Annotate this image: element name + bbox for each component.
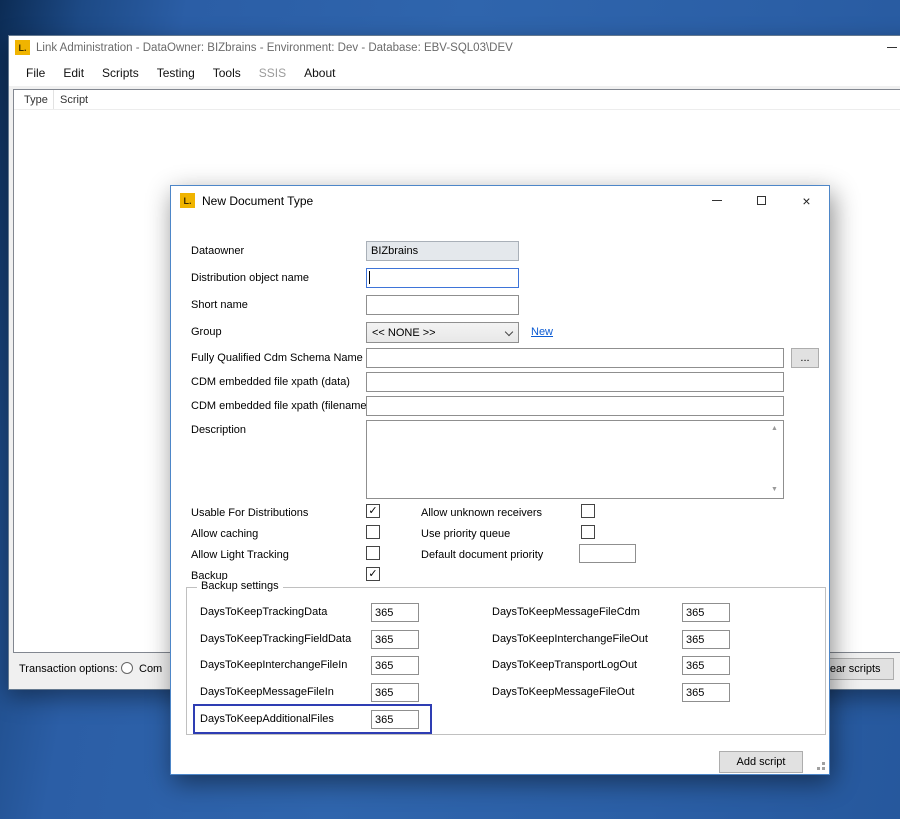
menu-ssis: SSIS	[250, 66, 295, 80]
use-priority-queue-label: Use priority queue	[421, 528, 510, 540]
cdm-schema-name-field[interactable]	[366, 348, 784, 368]
group-dropdown-value: << NONE >>	[372, 327, 436, 339]
menubar: File Edit Scripts Testing Tools SSIS Abo…	[9, 59, 900, 86]
allow-light-tracking-label: Allow Light Tracking	[191, 549, 289, 561]
menu-file[interactable]: File	[17, 66, 54, 80]
group-dropdown[interactable]: << NONE >>	[366, 322, 519, 343]
dialog-titlebar[interactable]: L. New Document Type ×	[171, 186, 829, 215]
dialog-title: New Document Type	[202, 194, 313, 208]
allow-light-tracking-checkbox[interactable]	[366, 546, 380, 560]
days-message-file-in-field[interactable]	[371, 683, 419, 702]
days-message-file-cdm-label: DaysToKeepMessageFileCdm	[492, 606, 640, 618]
scroll-down-icon[interactable]: ▼	[767, 483, 782, 497]
days-interchange-file-out-label: DaysToKeepInterchangeFileOut	[492, 633, 648, 645]
description-label: Description	[191, 424, 246, 436]
distribution-object-name-field[interactable]	[366, 268, 519, 288]
transaction-option-radio[interactable]	[121, 662, 133, 674]
days-interchange-file-in-field[interactable]	[371, 656, 419, 675]
allow-unknown-receivers-checkbox[interactable]	[581, 504, 595, 518]
days-message-file-in-label: DaysToKeepMessageFileIn	[200, 686, 334, 698]
days-tracking-field-data-field[interactable]	[371, 630, 419, 649]
default-document-priority-field[interactable]	[579, 544, 636, 563]
days-transport-log-out-field[interactable]	[682, 656, 730, 675]
days-message-file-cdm-field[interactable]	[682, 603, 730, 622]
dataowner-field	[366, 241, 519, 261]
usable-for-distributions-label: Usable For Distributions	[191, 507, 308, 519]
short-name-field[interactable]	[366, 295, 519, 315]
resize-grip[interactable]	[822, 767, 825, 770]
xpath-filename-field[interactable]	[366, 396, 784, 416]
minimize-icon	[887, 47, 897, 48]
browse-button[interactable]: ...	[791, 348, 819, 368]
transaction-options-label: Transaction options:	[19, 663, 118, 675]
use-priority-queue-checkbox[interactable]	[581, 525, 595, 539]
dialog-maximize-button[interactable]	[739, 186, 784, 215]
days-interchange-file-out-field[interactable]	[682, 630, 730, 649]
dataowner-label: Dataowner	[191, 245, 244, 257]
chevron-down-icon	[505, 328, 513, 336]
add-script-button[interactable]: Add script	[719, 751, 803, 773]
days-tracking-data-label: DaysToKeepTrackingData	[200, 606, 327, 618]
new-group-link[interactable]: New	[531, 326, 553, 338]
xpath-data-label: CDM embedded file xpath (data)	[191, 376, 350, 388]
days-additional-files-label: DaysToKeepAdditionalFiles	[200, 713, 334, 725]
days-tracking-field-data-label: DaysToKeepTrackingFieldData	[200, 633, 351, 645]
backup-settings-group: Backup settings DaysToKeepTrackingData D…	[186, 587, 826, 735]
main-titlebar[interactable]: L. Link Administration - DataOwner: BIZb…	[9, 36, 900, 59]
main-window-controls: ×	[869, 36, 900, 59]
days-tracking-data-field[interactable]	[371, 603, 419, 622]
xpath-filename-label: CDM embedded file xpath (filename)	[191, 400, 370, 412]
dialog-close-button[interactable]: ×	[784, 186, 829, 215]
allow-unknown-receivers-label: Allow unknown receivers	[421, 507, 542, 519]
new-document-type-dialog: L. New Document Type × Dataowner Distrib…	[170, 185, 830, 775]
allow-caching-checkbox[interactable]	[366, 525, 380, 539]
xpath-data-field[interactable]	[366, 372, 784, 392]
dialog-window-controls: ×	[694, 186, 829, 215]
column-header-script[interactable]: Script	[54, 90, 900, 109]
app-icon: L.	[15, 40, 30, 55]
days-interchange-file-in-label: DaysToKeepInterchangeFileIn	[200, 659, 347, 671]
description-field-wrap: ▲ ▼	[366, 420, 784, 499]
dialog-app-icon: L.	[180, 193, 195, 208]
menu-scripts[interactable]: Scripts	[93, 66, 148, 80]
minimize-icon	[712, 200, 722, 201]
text-caret	[369, 271, 370, 284]
days-message-file-out-label: DaysToKeepMessageFileOut	[492, 686, 634, 698]
days-additional-files-field[interactable]	[371, 710, 419, 729]
short-name-label: Short name	[191, 299, 248, 311]
main-window-title: Link Administration - DataOwner: BIZbrai…	[36, 42, 513, 54]
days-message-file-out-field[interactable]	[682, 683, 730, 702]
group-label: Group	[191, 326, 222, 338]
allow-caching-label: Allow caching	[191, 528, 258, 540]
minimize-button[interactable]	[869, 36, 900, 59]
description-field[interactable]	[367, 421, 766, 498]
default-document-priority-label: Default document priority	[421, 549, 543, 561]
list-header: Type Script	[14, 90, 900, 110]
menu-tools[interactable]: Tools	[204, 66, 250, 80]
column-header-type[interactable]: Type	[14, 90, 54, 109]
distribution-object-name-label: Distribution object name	[191, 272, 309, 284]
days-transport-log-out-label: DaysToKeepTransportLogOut	[492, 659, 637, 671]
scroll-up-icon[interactable]: ▲	[767, 422, 782, 436]
backup-checkbox[interactable]: ✓	[366, 567, 380, 581]
menu-about[interactable]: About	[295, 66, 344, 80]
dialog-minimize-button[interactable]	[694, 186, 739, 215]
cdm-schema-name-label: Fully Qualified Cdm Schema Name	[191, 352, 363, 364]
usable-for-distributions-checkbox[interactable]: ✓	[366, 504, 380, 518]
menu-edit[interactable]: Edit	[54, 66, 93, 80]
transaction-option-radio-label: Com	[139, 663, 162, 675]
backup-settings-title: Backup settings	[197, 580, 283, 592]
menu-testing[interactable]: Testing	[148, 66, 204, 80]
maximize-icon	[757, 196, 766, 205]
close-icon: ×	[802, 194, 810, 208]
